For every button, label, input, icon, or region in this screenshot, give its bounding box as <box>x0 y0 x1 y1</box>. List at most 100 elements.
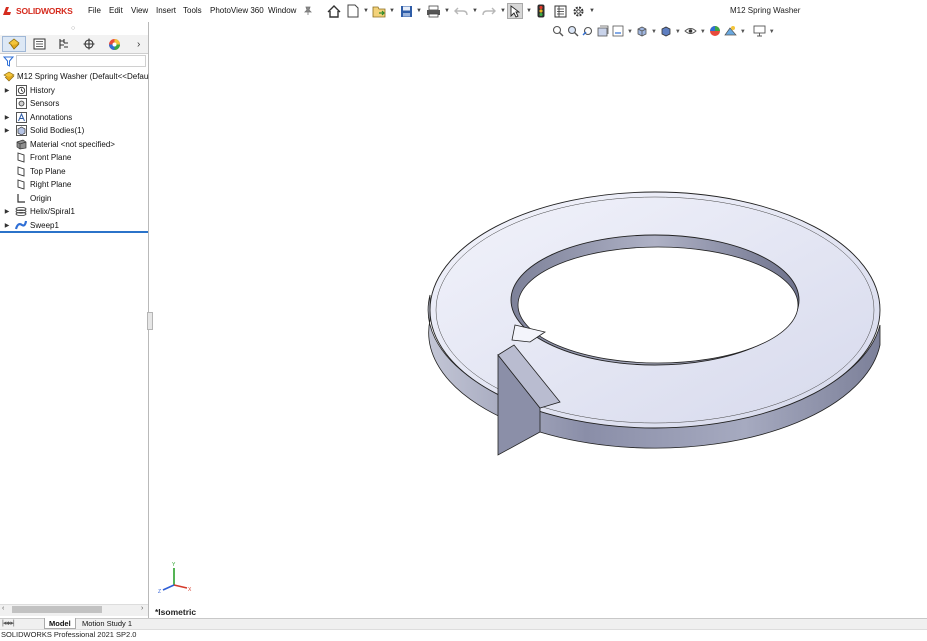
zoom-to-area-icon[interactable] <box>567 25 579 39</box>
dropdown-caret-icon[interactable]: ▼ <box>740 29 746 35</box>
panel-collapse-handle[interactable] <box>147 312 153 330</box>
options-dropdown-icon[interactable]: ▼ <box>589 8 595 14</box>
tree-item-material[interactable]: Material <not specified> <box>0 138 148 151</box>
tree-item-front-plane[interactable]: Front Plane <box>0 151 148 164</box>
menu-edit[interactable]: Edit <box>109 6 123 15</box>
tree-item-annotations[interactable]: ▶ Annotations <box>0 111 148 124</box>
view-orientation-icon[interactable] <box>636 25 648 39</box>
view-settings-icon[interactable] <box>753 25 766 39</box>
save-dropdown-icon[interactable]: ▼ <box>416 8 422 14</box>
section-view-icon[interactable] <box>597 25 609 39</box>
plane-icon <box>15 179 27 190</box>
status-text: SOLIDWORKS Professional 2021 SP2.0 <box>1 630 137 639</box>
coordinate-triad: Y X Z <box>158 562 192 594</box>
configuration-manager-icon <box>59 39 68 49</box>
undo-dropdown-icon[interactable]: ▼ <box>472 8 478 14</box>
rollback-bar[interactable] <box>0 231 148 233</box>
previous-view-icon[interactable] <box>582 25 594 39</box>
dropdown-caret-icon[interactable]: ▼ <box>627 29 633 35</box>
menu-insert[interactable]: Insert <box>156 6 176 15</box>
open-dropdown-icon[interactable]: ▼ <box>389 8 395 14</box>
dynamic-annotation-icon[interactable] <box>612 25 624 39</box>
document-title: M12 Spring Washer <box>730 6 801 15</box>
tree-item-top-plane[interactable]: Top Plane <box>0 165 148 178</box>
material-icon <box>15 139 27 150</box>
configuration-manager-tab[interactable] <box>52 36 76 52</box>
feature-manager-tab[interactable] <box>2 36 26 52</box>
solidworks-logo[interactable]: SOLIDWORKS <box>2 5 73 17</box>
home-icon[interactable] <box>326 3 342 19</box>
tree-item-helix[interactable]: ▶ Helix/Spiral1 <box>0 205 148 218</box>
view-orientation-label: *Isometric <box>155 607 197 617</box>
origin-icon <box>15 193 27 204</box>
tree-item-label: Right Plane <box>30 180 72 189</box>
tree-item-sensors[interactable]: Sensors <box>0 97 148 110</box>
menu-tools[interactable]: Tools <box>183 6 202 15</box>
display-manager-tab[interactable] <box>102 36 126 52</box>
tree-item-label: Top Plane <box>30 167 66 176</box>
traffic-light-icon[interactable] <box>533 3 549 19</box>
tree-item-label: Sweep1 <box>30 221 59 230</box>
menu-photoview[interactable]: PhotoView 360 <box>210 6 264 15</box>
tree-item-right-plane[interactable]: Right Plane <box>0 178 148 191</box>
tab-motion-study-1[interactable]: Motion Study 1 <box>78 618 138 629</box>
sweep-icon <box>15 220 27 231</box>
tab-nav-arrows-icon[interactable]: |◂◂▸▸| <box>2 619 15 627</box>
spring-washer-model[interactable] <box>420 170 890 470</box>
menu-view[interactable]: View <box>131 6 148 15</box>
new-dropdown-icon[interactable]: ▼ <box>363 8 369 14</box>
plane-icon <box>15 152 27 163</box>
file-properties-icon[interactable] <box>552 3 568 19</box>
menu-file[interactable]: File <box>88 6 101 15</box>
scroll-right-icon[interactable]: › <box>141 605 143 612</box>
expand-arrow-icon[interactable]: ▶ <box>3 114 11 121</box>
property-manager-tab[interactable] <box>27 36 51 52</box>
brand-name: SOLIDWORKS <box>16 6 73 16</box>
select-dropdown-icon[interactable]: ▼ <box>526 8 532 14</box>
print-dropdown-icon[interactable]: ▼ <box>444 8 450 14</box>
edit-appearance-icon[interactable] <box>709 25 721 39</box>
display-style-icon[interactable] <box>660 25 672 39</box>
tree-item-solid-bodies[interactable]: ▶ Solid Bodies(1) <box>0 124 148 137</box>
redo-dropdown-icon[interactable]: ▼ <box>500 8 506 14</box>
open-icon[interactable] <box>371 3 387 19</box>
menu-window[interactable]: Window <box>268 6 296 15</box>
dimxpert-manager-tab[interactable] <box>77 36 101 52</box>
save-icon[interactable] <box>398 3 414 19</box>
dropdown-caret-icon[interactable]: ▼ <box>651 29 657 35</box>
panel-more-icon[interactable]: › <box>137 39 140 50</box>
expand-arrow-icon[interactable]: ▶ <box>3 127 11 134</box>
sensors-icon <box>15 98 27 109</box>
history-icon <box>15 85 27 96</box>
panel-grip-icon[interactable]: ○ <box>71 25 75 32</box>
dropdown-caret-icon[interactable]: ▼ <box>675 29 681 35</box>
new-document-icon[interactable] <box>345 3 361 19</box>
options-gear-icon[interactable] <box>570 3 586 19</box>
expand-arrow-icon[interactable]: ▶ <box>3 222 11 229</box>
tree-root[interactable]: M12 Spring Washer (Default<<Default> <box>0 70 157 83</box>
dimxpert-manager-icon <box>83 38 95 50</box>
redo-icon[interactable] <box>481 3 497 19</box>
apply-scene-icon[interactable] <box>724 25 737 39</box>
print-icon[interactable] <box>425 3 441 19</box>
expand-arrow-icon[interactable]: ▶ <box>3 208 11 215</box>
expand-arrow-icon[interactable]: ▶ <box>3 87 11 94</box>
scrollbar-thumb[interactable] <box>12 606 102 613</box>
tree-item-history[interactable]: ▶ History <box>0 84 148 97</box>
undo-icon[interactable] <box>453 3 469 19</box>
dropdown-caret-icon[interactable]: ▼ <box>700 29 706 35</box>
tree-item-label: Sensors <box>30 99 60 108</box>
zoom-to-fit-icon[interactable] <box>552 25 564 39</box>
display-manager-icon <box>108 38 120 50</box>
tree-root-label: M12 Spring Washer (Default<<Default> <box>17 72 157 81</box>
dropdown-caret-icon[interactable]: ▼ <box>769 29 775 35</box>
tree-item-label: Material <not specified> <box>30 140 115 149</box>
filter-icon[interactable] <box>2 56 15 69</box>
scroll-left-icon[interactable]: ‹ <box>2 605 4 612</box>
select-icon[interactable] <box>507 3 523 19</box>
pin-icon[interactable] <box>300 3 316 19</box>
tree-filter-input[interactable] <box>16 55 146 67</box>
tab-model[interactable]: Model <box>44 618 76 629</box>
hide-show-items-icon[interactable] <box>684 25 697 39</box>
tree-item-origin[interactable]: Origin <box>0 192 148 205</box>
